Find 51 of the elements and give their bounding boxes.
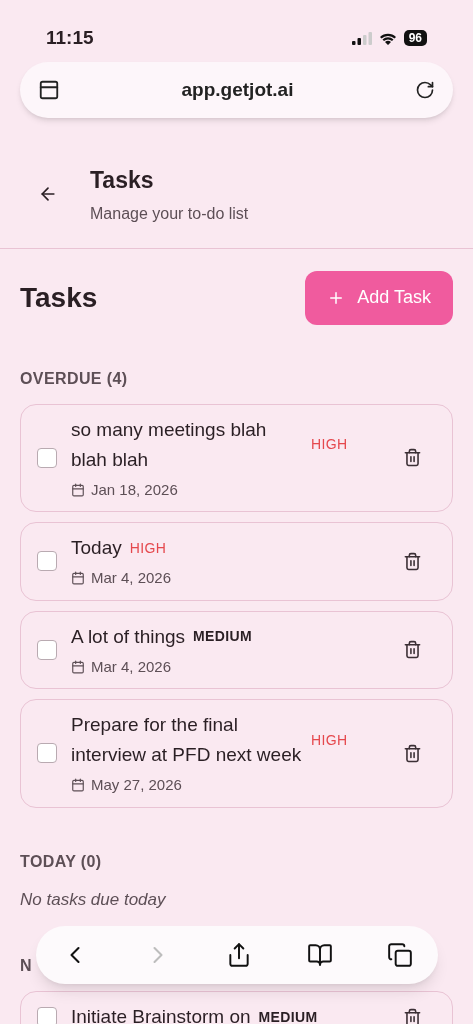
task-card[interactable]: Initiate Brainstorm on MEDIUM	[20, 991, 453, 1024]
task-card[interactable]: A lot of things MEDIUM Mar 4, 2026	[20, 610, 453, 689]
task-checkbox[interactable]	[37, 1007, 57, 1024]
task-card[interactable]: Prepare for the final interview at PFD next week HIGH May 27, 2026	[20, 699, 453, 808]
section-heading: OVERDUE (4)	[20, 368, 128, 389]
calendar-icon	[71, 571, 85, 586]
tabs-icon[interactable]	[387, 942, 413, 968]
page-menu-icon[interactable]	[38, 79, 60, 101]
battery-indicator: 96	[403, 30, 427, 46]
priority-label: HIGH	[311, 730, 348, 750]
section-heading: TODAY (0)	[20, 851, 102, 872]
calendar-icon	[71, 482, 85, 497]
task-checkbox[interactable]	[37, 743, 57, 764]
share-icon[interactable]	[226, 942, 252, 968]
delete-icon[interactable]	[403, 640, 422, 660]
signal-icon	[351, 31, 372, 45]
page-title: Tasks	[20, 280, 98, 315]
task-date: Jan 18, 2026	[91, 479, 178, 500]
task-date: Mar 4, 2026	[91, 568, 172, 588]
task-checkbox[interactable]	[37, 551, 57, 572]
task-title: Prepare for the final interview at PFD next week	[71, 713, 303, 767]
task-title: Today	[71, 536, 122, 560]
header-subtitle: Manage your to-do list	[90, 203, 249, 224]
priority-label: HIGH	[311, 435, 348, 454]
delete-icon[interactable]	[403, 743, 422, 763]
reload-icon[interactable]	[415, 80, 435, 100]
task-title: A lot of things	[71, 624, 186, 649]
calendar-icon	[71, 778, 85, 793]
delete-icon[interactable]	[403, 1007, 422, 1024]
priority-label: MEDIUM	[193, 627, 252, 646]
header-title: Tasks	[90, 166, 155, 195]
task-date: May 27, 2026	[91, 775, 182, 795]
task-checkbox[interactable]	[37, 639, 57, 660]
task-title: Initiate Brainstorm on	[71, 1005, 251, 1024]
priority-label: MEDIUM	[258, 1007, 318, 1024]
task-card[interactable]: Today HIGH Mar 4, 2026	[20, 522, 453, 601]
task-card[interactable]: so many meetings blah blah blah HIGH Jan 18, 2026	[20, 403, 453, 512]
status-time: 11:15	[46, 25, 94, 50]
delete-icon[interactable]	[403, 448, 422, 468]
calendar-icon	[71, 659, 85, 674]
book-icon[interactable]	[306, 942, 333, 968]
empty-message: No tasks due today	[20, 888, 166, 911]
wifi-icon	[378, 31, 397, 45]
address-bar[interactable]: app.getjot.ai	[20, 62, 453, 118]
task-date: Mar 4, 2026	[91, 656, 172, 677]
url-text: app.getjot.ai	[181, 77, 294, 102]
delete-icon[interactable]	[403, 551, 422, 571]
task-title: so many meetings blah blah blah	[71, 417, 268, 472]
section-heading: N	[20, 956, 32, 976]
task-checkbox[interactable]	[37, 447, 57, 468]
priority-label: HIGH	[129, 538, 167, 558]
